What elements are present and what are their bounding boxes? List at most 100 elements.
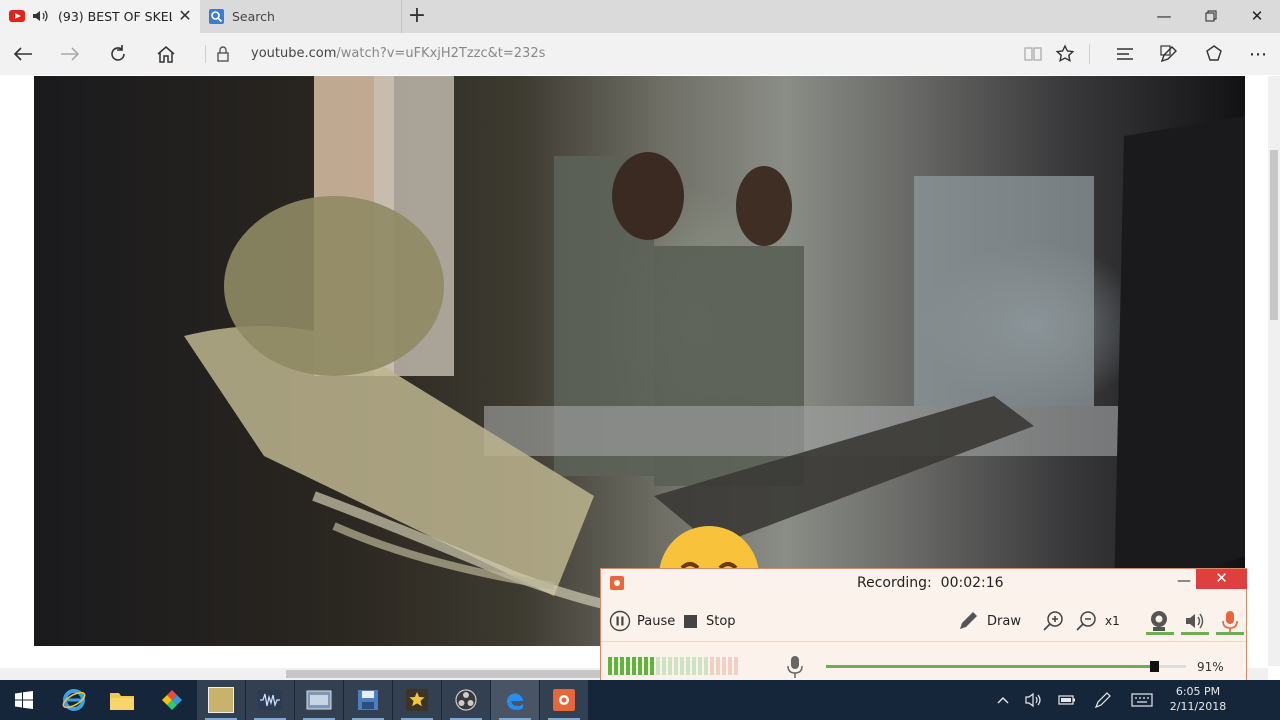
share-button[interactable]: [1194, 33, 1234, 75]
recorder-close-button[interactable]: ✕: [1196, 569, 1247, 589]
video-player[interactable]: [34, 76, 1245, 646]
pause-label: Pause: [637, 613, 676, 629]
mic-active-indicator: [1216, 632, 1244, 635]
hub-button[interactable]: [1105, 33, 1145, 75]
meter-segment: [728, 657, 732, 675]
tab-title: (93) BEST OF SKELE: [58, 9, 172, 24]
back-button[interactable]: [3, 33, 43, 75]
system-audio-toggle[interactable]: [1183, 609, 1207, 633]
draw-button[interactable]: Draw: [957, 609, 1021, 633]
microphone-icon[interactable]: [787, 655, 803, 679]
battery-icon: [1058, 695, 1075, 705]
tab-search[interactable]: Search: [201, 0, 402, 33]
minimize-button[interactable]: —: [1141, 0, 1187, 33]
meter-segment: [674, 657, 678, 675]
taskbar-obs[interactable]: [442, 680, 490, 720]
meter-segment: [686, 657, 690, 675]
taskbar-recorder[interactable]: [540, 680, 588, 720]
draw-label: Draw: [987, 613, 1021, 629]
more-button[interactable]: ⋯: [1238, 33, 1278, 75]
tray-speaker-icon: [1025, 692, 1041, 708]
close-window-button[interactable]: ✕: [1234, 0, 1280, 33]
webcam-toggle[interactable]: [1147, 609, 1171, 633]
pause-button[interactable]: Pause: [609, 609, 675, 633]
new-tab-button[interactable]: +: [404, 4, 430, 30]
meter-segment: [662, 657, 666, 675]
meter-segment: [680, 657, 684, 675]
app-window-icon: [306, 690, 332, 710]
more-dots-icon: ⋯: [1249, 43, 1267, 65]
clock-time: 6:05 PM: [1175, 685, 1221, 698]
zoom-out-button[interactable]: [1074, 609, 1098, 633]
taskbar-app-window[interactable]: [295, 680, 343, 720]
tray-volume[interactable]: [1020, 680, 1048, 720]
tab-youtube[interactable]: (93) BEST OF SKELE ✕: [0, 0, 200, 33]
taskbar-audio-editor[interactable]: [246, 680, 294, 720]
taskbar-app-diamond[interactable]: [148, 680, 196, 720]
vertical-scroll-thumb[interactable]: [1270, 150, 1278, 320]
audio-level-meter: [608, 657, 738, 675]
volume-percentage: 91%: [1197, 660, 1224, 674]
video-frame-image: [184, 76, 1245, 626]
chevron-up-icon: [997, 697, 1009, 704]
home-button[interactable]: [146, 33, 186, 75]
zoom-level[interactable]: x1: [1105, 609, 1120, 633]
address-bar[interactable]: youtube.com/watch?v=uFKxjH2Tzzc&t=232s: [251, 46, 545, 61]
refresh-icon: [111, 45, 125, 61]
tray-pen[interactable]: [1089, 680, 1117, 720]
tray-keyboard[interactable]: [1127, 680, 1157, 720]
audio-active-indicator: [1181, 632, 1209, 635]
recorder-app-icon: [553, 689, 575, 711]
floppy-disk-icon: [358, 690, 378, 710]
microphone-toggle[interactable]: [1218, 609, 1242, 633]
meter-segment: [734, 657, 738, 675]
stop-icon: [684, 614, 697, 628]
meter-segment: [632, 657, 636, 675]
forward-button[interactable]: [50, 33, 90, 75]
book-icon: [1024, 47, 1042, 61]
meter-segment: [722, 657, 726, 675]
colored-diamond-icon: [162, 690, 182, 710]
recorder-titlebar[interactable]: Recording: 00:02:16 — ✕: [601, 569, 1248, 597]
volume-slider-handle[interactable]: [1149, 661, 1159, 672]
back-arrow-icon: [13, 47, 32, 61]
stop-button[interactable]: Stop: [684, 609, 736, 633]
edge-icon: [506, 693, 523, 710]
recorder-minimize-button[interactable]: —: [1175, 573, 1193, 593]
zoom-in-button[interactable]: [1041, 609, 1065, 633]
home-icon: [157, 46, 175, 63]
meter-segment: [710, 657, 714, 675]
taskbar-movie-app[interactable]: [393, 680, 441, 720]
close-tab-icon[interactable]: ✕: [176, 6, 194, 26]
refresh-button[interactable]: [98, 33, 138, 75]
taskbar-app-photo[interactable]: [197, 680, 245, 720]
zoom-out-icon: [1076, 611, 1096, 631]
folder-icon: [110, 693, 134, 710]
recorder-divider: [601, 641, 1246, 642]
microphone-volume-slider[interactable]: [826, 661, 1186, 672]
system-clock[interactable]: 6:05 PM 2/11/2018: [1160, 684, 1236, 714]
meter-segment: [668, 657, 672, 675]
lock-icon[interactable]: [214, 45, 232, 63]
taskbar-edge[interactable]: [491, 680, 539, 720]
meter-segment: [608, 657, 612, 675]
meter-segment: [638, 657, 642, 675]
photo-app-icon: [208, 687, 234, 713]
meter-segment: [620, 657, 624, 675]
forward-arrow-icon: [61, 47, 80, 61]
recording-label: Recording:: [857, 575, 932, 591]
volume-fill: [826, 665, 1154, 668]
taskbar-internet-explorer[interactable]: [50, 680, 98, 720]
taskbar-save-app[interactable]: [344, 680, 392, 720]
webcam-active-indicator: [1146, 632, 1174, 635]
favorite-button[interactable]: [1045, 33, 1085, 75]
start-button[interactable]: [0, 680, 48, 720]
recording-elapsed-time: 00:02:16: [940, 575, 1004, 591]
speaker-audio-icon[interactable]: [32, 9, 50, 23]
taskbar-file-explorer[interactable]: [98, 680, 146, 720]
tray-battery[interactable]: [1053, 680, 1081, 720]
restore-button[interactable]: [1188, 0, 1234, 33]
meter-segment: [692, 657, 696, 675]
show-hidden-icons-button[interactable]: [990, 680, 1016, 720]
web-note-button[interactable]: [1149, 33, 1189, 75]
